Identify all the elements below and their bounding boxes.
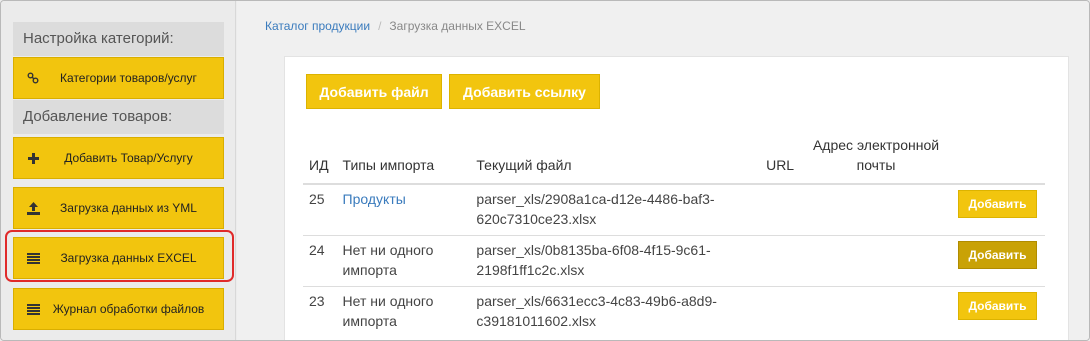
yml-upload-button-label: Загрузка данных из YML bbox=[60, 201, 197, 215]
journal-button-label: Журнал обработки файлов bbox=[52, 302, 205, 316]
row-file-line2: 620c7310ce23.xlsx bbox=[476, 211, 597, 227]
row-id: 24 bbox=[303, 234, 337, 286]
header-url: URL bbox=[760, 135, 803, 185]
table-row: 24 Нет ни одного импорта parser_xls/0b81… bbox=[303, 234, 1045, 286]
header-file: Текущий файл bbox=[470, 135, 761, 185]
header-email-line1: Адрес электронной bbox=[812, 137, 940, 153]
row-url bbox=[760, 183, 803, 235]
breadcrumb: Каталог продукции / Загрузка данных EXCEL bbox=[265, 19, 526, 33]
table-row: 25 Продукты parser_xls/2908a1ca-d12e-448… bbox=[303, 183, 1045, 235]
yml-upload-button[interactable]: Загрузка данных из YML bbox=[13, 187, 224, 229]
sidebar: Настройка категорий: Категории товаров/у… bbox=[1, 1, 236, 340]
window-frame: Настройка категорий: Категории товаров/у… bbox=[0, 0, 1090, 341]
row-file: parser_xls/0b8135ba-6f08-4f15-9c61- 2198… bbox=[470, 234, 761, 286]
row-action: Добавить bbox=[951, 234, 1045, 286]
row-type-line1: Нет ни одного bbox=[342, 241, 434, 258]
row-action: Добавить bbox=[951, 285, 1045, 337]
section-add-heading: Добавление товаров: bbox=[13, 100, 224, 134]
row-type-line1: Нет ни одного bbox=[342, 292, 434, 309]
row-email bbox=[802, 285, 952, 337]
selection-highlight bbox=[5, 230, 234, 282]
row-type: Нет ни одного импорта bbox=[336, 234, 471, 286]
row-type-line2: импорта bbox=[342, 312, 397, 329]
breadcrumb-current: Загрузка данных EXCEL bbox=[389, 19, 526, 33]
row-add-button[interactable]: Добавить bbox=[958, 240, 1037, 269]
row-url bbox=[760, 234, 803, 286]
section-categories-heading: Настройка категорий: bbox=[13, 22, 224, 56]
row-type-line2: импорта bbox=[342, 261, 397, 278]
import-table: ИД Типы импорта Текущий файл URL Адрес э… bbox=[303, 135, 1045, 337]
header-id: ИД bbox=[303, 135, 337, 185]
row-type-link[interactable]: Продукты bbox=[343, 191, 406, 207]
row-file-line2: c39181011602.xlsx bbox=[476, 312, 597, 329]
breadcrumb-separator: / bbox=[378, 19, 382, 33]
row-action: Добавить bbox=[951, 183, 1045, 235]
row-file: parser_xls/6631ecc3-4c83-49b6-a8d9- c391… bbox=[470, 285, 761, 337]
header-types: Типы импорта bbox=[336, 135, 471, 185]
add-link-button[interactable]: Добавить ссылку bbox=[449, 74, 600, 109]
header-email: Адрес электронной почты bbox=[802, 135, 952, 185]
categories-button-label: Категории товаров/услуг bbox=[60, 71, 197, 85]
add-product-button[interactable]: Добавить Товар/Услугу bbox=[13, 137, 224, 179]
list-icon bbox=[26, 303, 40, 315]
header-email-line2: почты bbox=[856, 157, 896, 173]
journal-button[interactable]: Журнал обработки файлов bbox=[13, 288, 224, 330]
row-id: 25 bbox=[303, 183, 337, 235]
row-file: parser_xls/2908a1ca-d12e-4486-baf3- 620c… bbox=[470, 183, 761, 235]
breadcrumb-catalog-link[interactable]: Каталог продукции bbox=[265, 19, 370, 33]
add-file-button[interactable]: Добавить файл bbox=[306, 74, 442, 109]
upload-icon bbox=[26, 201, 40, 215]
row-add-button[interactable]: Добавить bbox=[958, 190, 1037, 218]
main-content: Каталог продукции / Загрузка данных EXCEL … bbox=[237, 1, 1089, 340]
row-file-line1: parser_xls/2908a1ca-d12e-4486-baf3- bbox=[476, 191, 715, 207]
row-file-line1: parser_xls/0b8135ba-6f08-4f15-9c61- bbox=[476, 241, 711, 258]
table-header-row: ИД Типы импорта Текущий файл URL Адрес э… bbox=[303, 135, 1045, 185]
row-type: Продукты bbox=[336, 183, 471, 235]
row-type: Нет ни одного импорта bbox=[336, 285, 471, 337]
table-row: 23 Нет ни одного импорта parser_xls/6631… bbox=[303, 285, 1045, 337]
link-icon bbox=[26, 72, 40, 84]
row-id: 23 bbox=[303, 285, 337, 337]
plus-icon bbox=[26, 152, 40, 164]
row-file-line1: parser_xls/6631ecc3-4c83-49b6-a8d9- bbox=[476, 292, 717, 309]
row-file-line2: 2198f1ff1c2c.xlsx bbox=[476, 261, 585, 278]
row-url bbox=[760, 285, 803, 337]
add-product-button-label: Добавить Товар/Услугу bbox=[64, 151, 193, 165]
content-panel: Добавить файл Добавить ссылку ИД Типы им… bbox=[284, 56, 1069, 340]
header-actions bbox=[951, 135, 1045, 185]
row-add-button[interactable]: Добавить bbox=[958, 291, 1037, 320]
categories-button[interactable]: Категории товаров/услуг bbox=[13, 57, 224, 99]
row-email bbox=[802, 234, 952, 286]
row-email bbox=[802, 183, 952, 235]
